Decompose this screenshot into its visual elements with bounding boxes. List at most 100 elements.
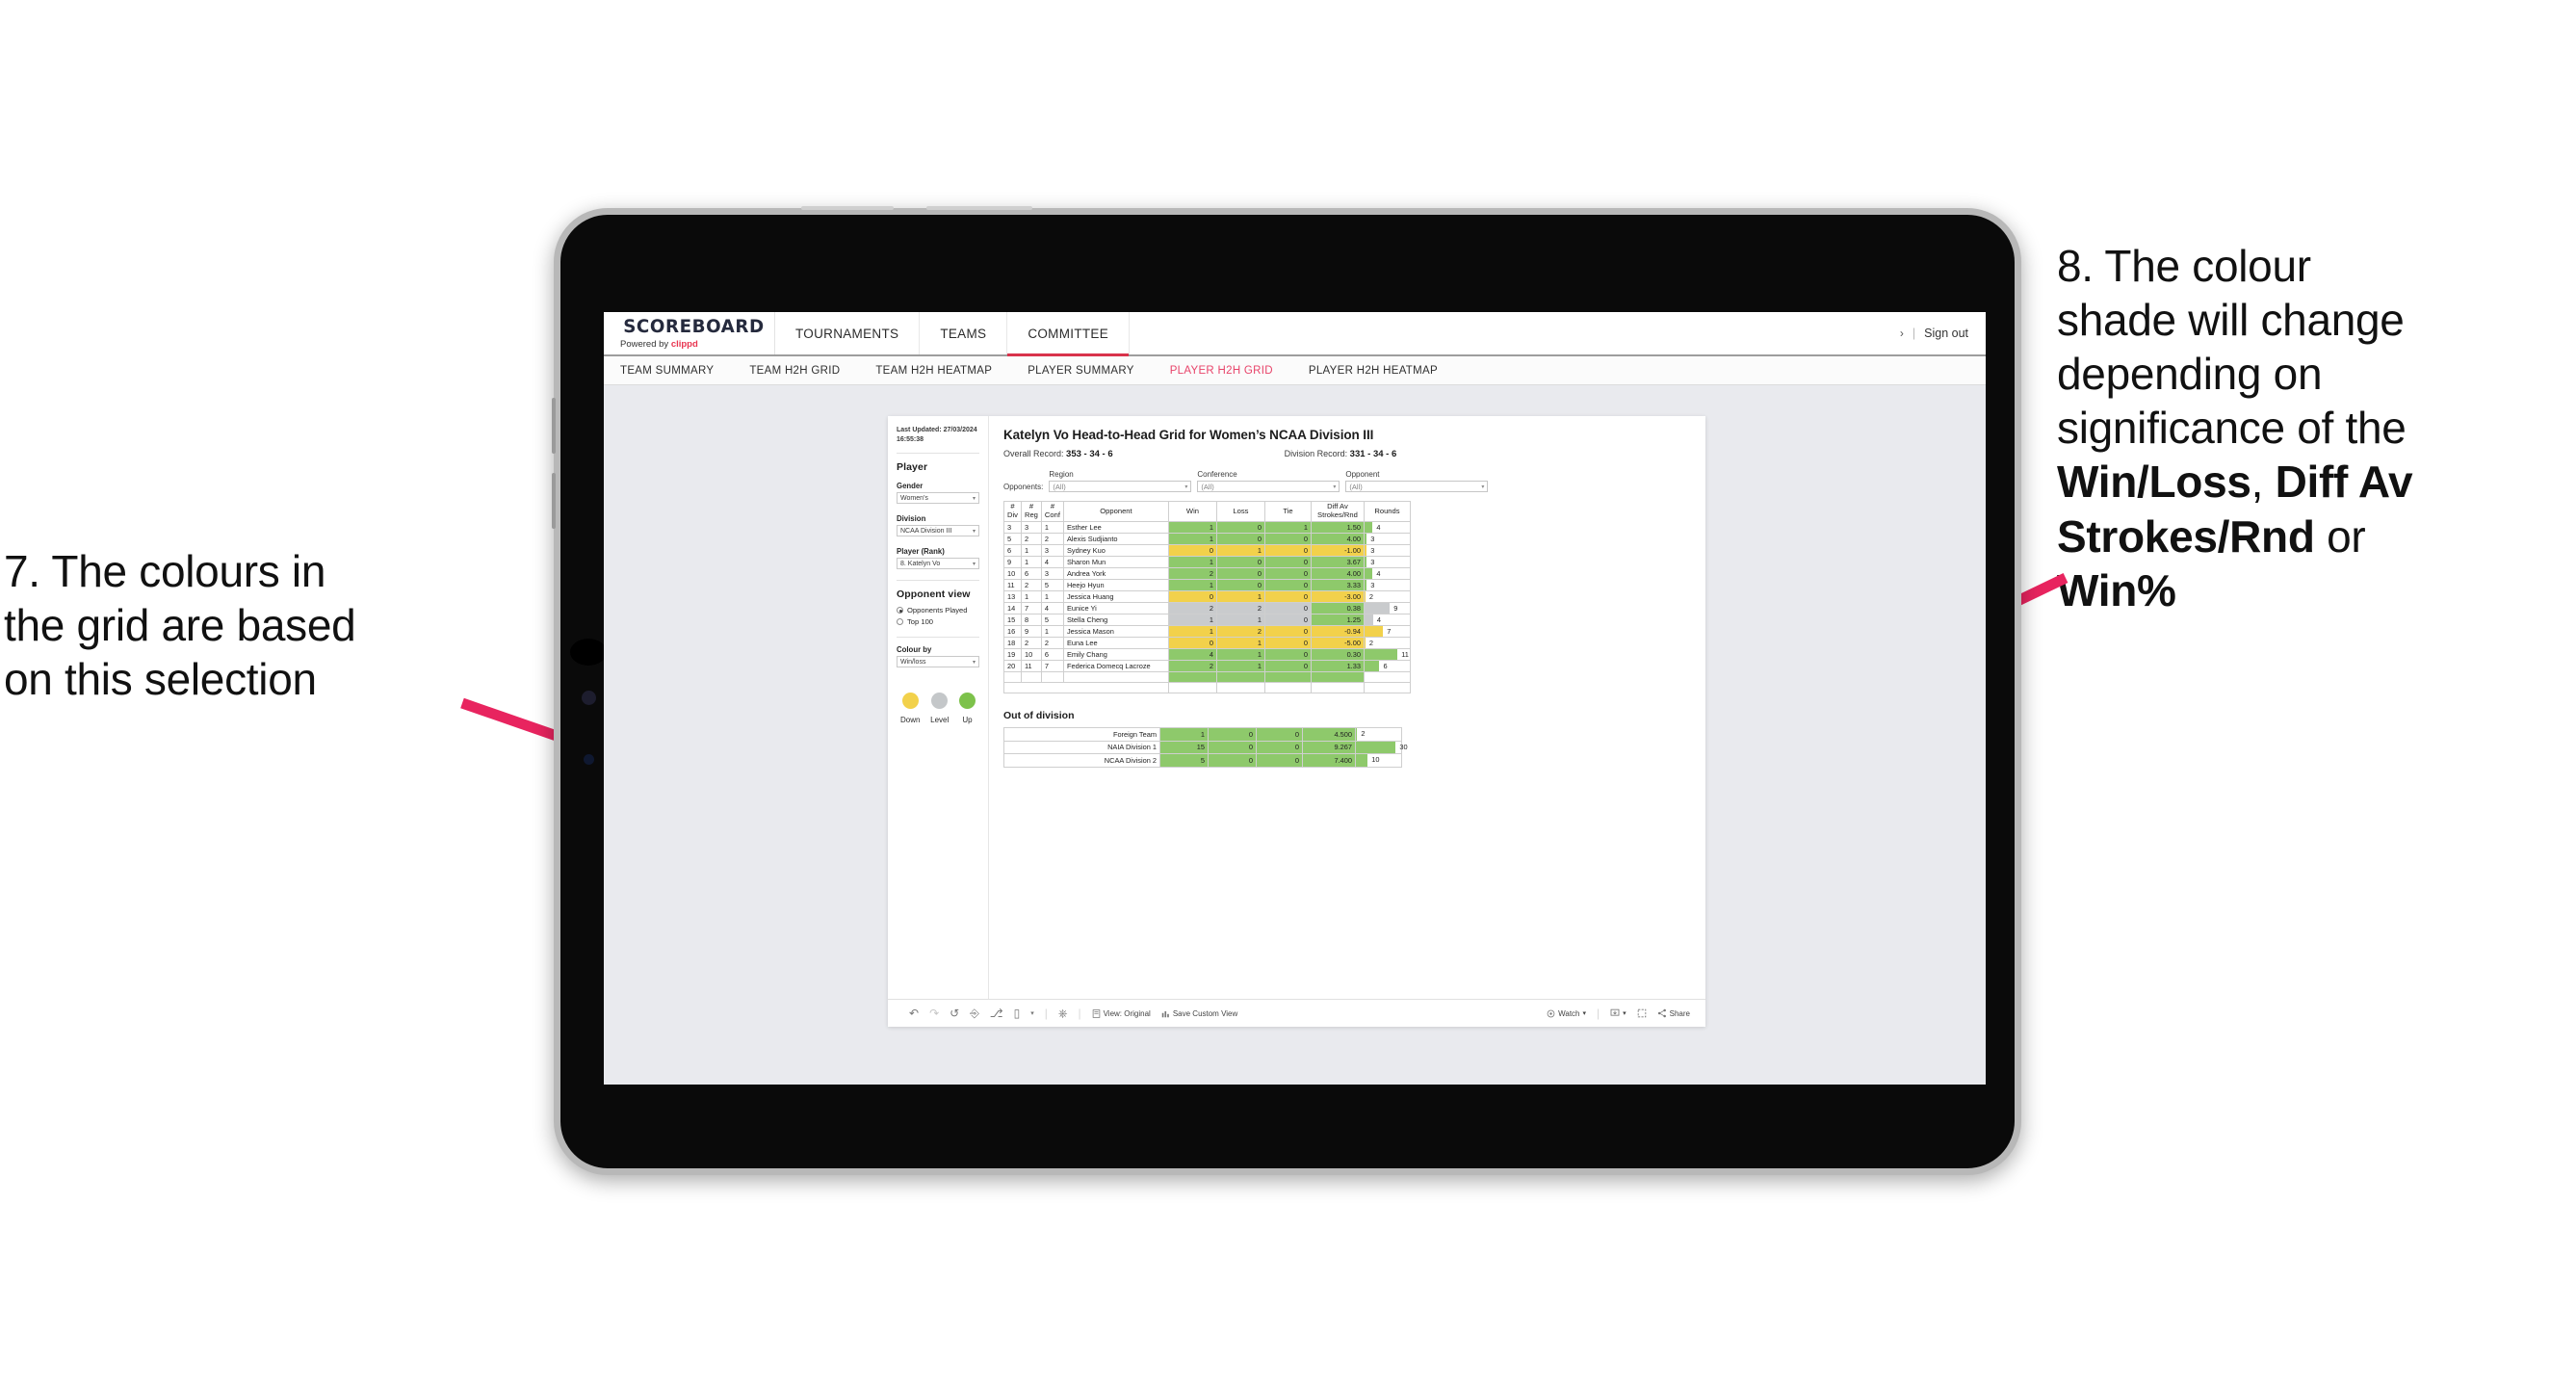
col-reg[interactable]: # Reg: [1020, 501, 1042, 522]
fullscreen-button[interactable]: [1637, 1008, 1647, 1018]
col-win[interactable]: Win: [1167, 501, 1217, 522]
table-row[interactable]: 15 8 5 Stella Cheng 1 1 0 1.25 4: [1003, 614, 1411, 626]
pause-updates-icon[interactable]: ⎇: [990, 1007, 1003, 1019]
nav-item-tournaments[interactable]: TOURNAMENTS: [775, 312, 921, 354]
col-diff-l2: Strokes/Rnd: [1317, 510, 1358, 519]
table-row[interactable]: 19 10 6 Emily Chang 4 1 0 0.30 11: [1003, 648, 1411, 661]
table-row[interactable]: 18 2 2 Euna Lee 0 1 0 -5.00 2: [1003, 637, 1411, 649]
nav-item-committee[interactable]: COMMITTEE: [1007, 312, 1131, 356]
save-custom-view-button[interactable]: Save Custom View: [1161, 1009, 1237, 1018]
subnav-team-h2h-heatmap[interactable]: TEAM H2H HEATMAP: [875, 365, 992, 377]
chevron-right-icon[interactable]: ›: [1900, 327, 1904, 340]
cell-diff: 1.50: [1310, 521, 1365, 534]
cell-conf: 5: [1040, 614, 1064, 626]
opponent-select[interactable]: (All) ▾: [1345, 481, 1489, 492]
col-opponent[interactable]: Opponent: [1062, 501, 1169, 522]
cell-conf: 1: [1040, 521, 1064, 534]
revert-icon[interactable]: ↺: [950, 1007, 959, 1019]
table-row[interactable]: 11 2 5 Heejo Hyun 1 0 0 3.33 3: [1003, 579, 1411, 591]
volume-down-button[interactable]: [552, 473, 556, 529]
table-row[interactable]: NCAA Division 2 5 0 0 7.400 10: [1003, 753, 1402, 768]
cell-diff: 1.25: [1310, 614, 1365, 626]
watch-button[interactable]: Watch ▾: [1547, 1009, 1586, 1018]
cell-tie: 0: [1263, 533, 1312, 545]
highlight-icon[interactable]: ⎈: [1058, 1007, 1068, 1019]
col-conf[interactable]: # Conf: [1040, 501, 1064, 522]
nav-item-teams[interactable]: TEAMS: [920, 312, 1008, 354]
view-original-button[interactable]: View: Original: [1092, 1009, 1151, 1018]
cell-diff: -0.94: [1310, 625, 1365, 638]
radio-top-100[interactable]: Top 100: [897, 617, 979, 626]
table-row[interactable]: 9 1 4 Sharon Mun 1 0 0 3.67 3: [1003, 556, 1411, 568]
rounds-value: 4: [1376, 523, 1381, 532]
cell-reg: 1: [1020, 556, 1042, 568]
col-loss[interactable]: Loss: [1215, 501, 1265, 522]
cell-conf: 1: [1040, 625, 1064, 638]
radio-opponents-played[interactable]: Opponents Played: [897, 606, 979, 615]
brand-powered-prefix: Powered by: [620, 338, 671, 350]
cell-win: 0: [1167, 544, 1217, 557]
brand-title: SCOREBOARD: [623, 315, 765, 337]
cell-conf: 4: [1040, 602, 1064, 615]
cell-diff: 9.267: [1302, 740, 1356, 754]
subnav-player-h2h-heatmap[interactable]: PLAYER H2H HEATMAP: [1309, 365, 1438, 377]
overall-record-label: Overall Record:: [1003, 449, 1067, 458]
col-diff[interactable]: Diff Av Strokes/Rnd: [1310, 501, 1365, 522]
cell-tie: 1: [1263, 521, 1312, 534]
share-button[interactable]: Share: [1657, 1008, 1690, 1018]
refresh-data-icon[interactable]: ⎆: [970, 1007, 979, 1019]
table-row[interactable]: Foreign Team 1 0 0 4.500 2: [1003, 727, 1402, 742]
table-row[interactable]: 13 1 1 Jessica Huang 0 1 0 -3.00 2: [1003, 590, 1411, 603]
cell-reg: 7: [1020, 602, 1042, 615]
conference-label: Conference: [1197, 470, 1237, 479]
sign-out-link[interactable]: Sign out: [1924, 327, 1968, 340]
rounds-value: 3: [1370, 558, 1375, 566]
player-rank-select[interactable]: 8. Katelyn Vo ▾: [897, 558, 979, 570]
cell-win: 2: [1167, 567, 1217, 580]
table-row[interactable]: NAIA Division 1 15 0 0 9.267 30: [1003, 740, 1408, 754]
colour-by-select[interactable]: Win/loss ▾: [897, 656, 979, 668]
cell-tie: 0: [1263, 567, 1312, 580]
region-select[interactable]: (All) ▾: [1049, 481, 1192, 492]
gender-select[interactable]: Women’s ▾: [897, 492, 979, 505]
table-row[interactable]: 6 1 3 Sydney Kuo 0 1 0 -1.00 3: [1003, 544, 1411, 557]
table-row[interactable]: 14 7 4 Eunice Yi 2 2 0 0.38 9: [1003, 602, 1411, 615]
cell-opponent: Jessica Huang: [1062, 590, 1169, 603]
cell-reg: 11: [1020, 660, 1042, 672]
subnav-team-h2h-grid[interactable]: TEAM H2H GRID: [749, 365, 840, 377]
table-row[interactable]: 16 9 1 Jessica Mason 1 2 0 -0.94 7: [1003, 625, 1411, 638]
table-row[interactable]: 5 2 2 Alexis Sudjianto 1 0 0 4.00 3: [1003, 533, 1411, 545]
table-row[interactable]: 3 3 1 Esther Lee 1 0 1 1.50 4: [1003, 521, 1411, 534]
cell-rounds: 4: [1363, 567, 1411, 580]
col-rounds[interactable]: Rounds: [1363, 501, 1411, 522]
subnav-team-summary[interactable]: TEAM SUMMARY: [620, 365, 714, 377]
annotation-or: or: [2314, 510, 2366, 562]
cell-loss: 1: [1215, 637, 1265, 649]
legend-down: Down: [900, 693, 920, 724]
col-tie[interactable]: Tie: [1263, 501, 1312, 522]
cell-empty: [1215, 682, 1265, 693]
undo-icon[interactable]: ↶: [909, 1007, 919, 1019]
division-select[interactable]: NCAA Division III ▾: [897, 525, 979, 537]
volume-up-button[interactable]: [552, 398, 556, 454]
subnav-player-h2h-grid[interactable]: PLAYER H2H GRID: [1170, 365, 1273, 377]
col-div[interactable]: # Div: [1003, 501, 1022, 522]
redo-icon[interactable]: ↷: [929, 1007, 939, 1019]
legend-dot-up: [958, 693, 976, 710]
cell-diff: 4.00: [1310, 533, 1365, 545]
table-row[interactable]: 20 11 7 Federica Domecq Lacroze 2 1 0 1.33 6: [1003, 660, 1411, 672]
device-layout-icon[interactable]: ▯: [1014, 1007, 1021, 1019]
chevron-down-icon[interactable]: ▾: [1030, 1010, 1034, 1017]
conference-select[interactable]: (All) ▾: [1197, 481, 1340, 492]
brand-logo[interactable]: SCOREBOARD Powered by clippd: [604, 312, 775, 354]
opponent-value: (All): [1349, 482, 1363, 491]
cell-opponent: Heejo Hyun: [1062, 579, 1169, 591]
top-button-1[interactable]: [801, 206, 894, 210]
download-button[interactable]: ▾: [1610, 1008, 1626, 1018]
cell-loss: 2: [1215, 625, 1265, 638]
top-button-2[interactable]: [926, 206, 1032, 210]
conference-filter: Conference (All) ▾: [1197, 470, 1340, 492]
subnav-player-summary[interactable]: PLAYER SUMMARY: [1028, 365, 1134, 377]
table-row[interactable]: 10 6 3 Andrea York 2 0 0 4.00 4: [1003, 567, 1411, 580]
cell-win: 1: [1167, 521, 1217, 534]
